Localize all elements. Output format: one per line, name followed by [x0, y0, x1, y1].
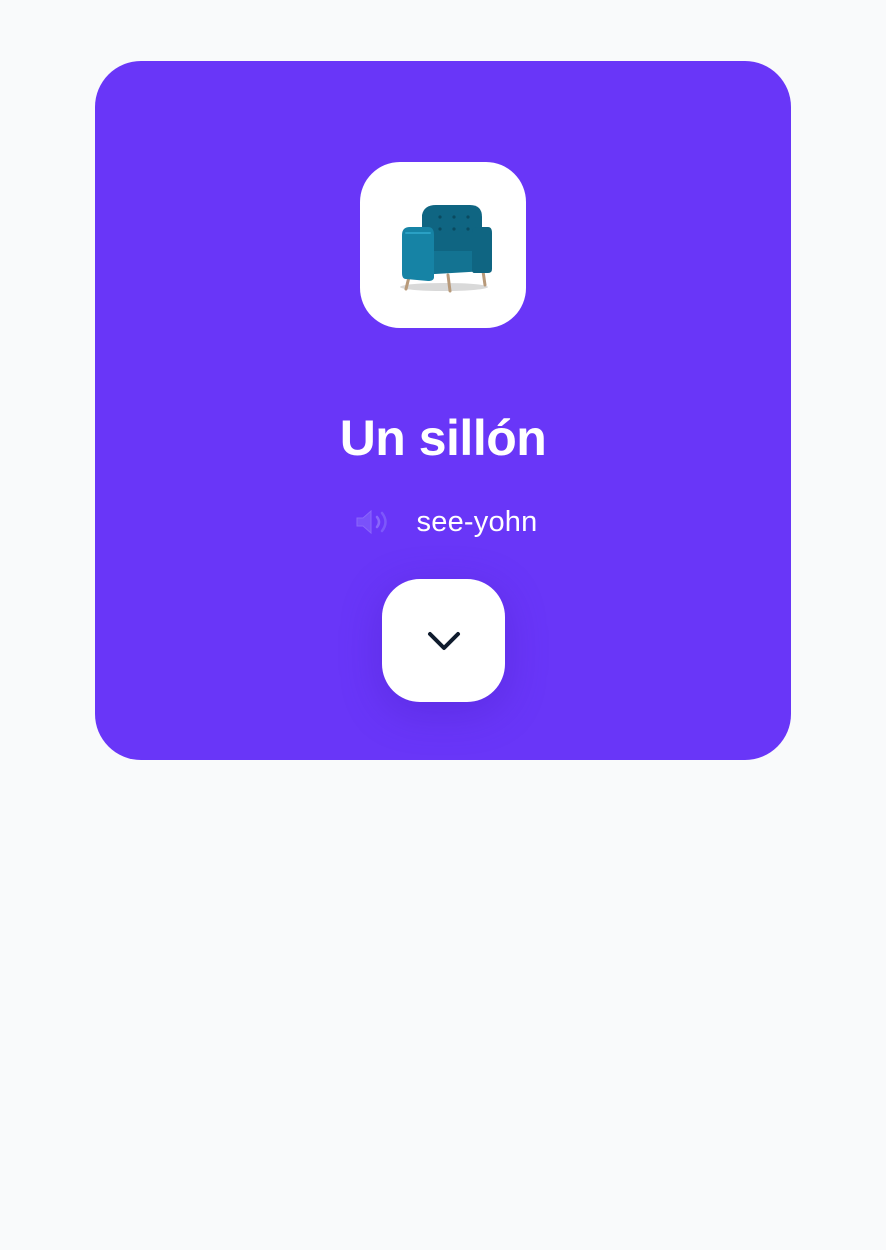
pronunciation-row: see-yohn [95, 502, 791, 542]
flashcard: Un sillón see-yohn [95, 61, 791, 760]
chevron-down-icon [427, 631, 460, 650]
speaker-icon[interactable] [349, 507, 403, 537]
word-title: Un sillón [339, 410, 547, 466]
expand-button[interactable] [382, 579, 505, 702]
armchair-image [400, 205, 492, 293]
pronunciation-text: see-yohn [416, 505, 538, 538]
armchair-image-tile [360, 162, 526, 328]
